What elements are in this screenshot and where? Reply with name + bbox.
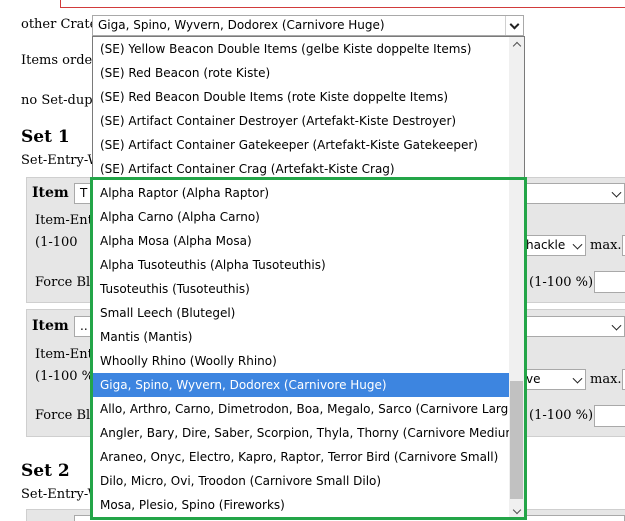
chevron-down-icon — [509, 19, 520, 30]
scroll-up-arrow-icon[interactable] — [509, 37, 524, 52]
item-2-range-label: (1-100 % — [35, 369, 95, 384]
item-1-max-label: max. — [590, 238, 622, 253]
crate-dropdown-list[interactable]: (SE) Yellow Beacon Double Items (gelbe K… — [92, 36, 525, 520]
dropdown-option[interactable]: (SE) Artifact Container Gatekeeper (Arte… — [93, 133, 509, 157]
item-2-force-input[interactable] — [594, 405, 625, 427]
dropdown-option[interactable]: Mantis (Mantis) — [93, 325, 509, 349]
item-2-max-label: max. — [590, 372, 622, 387]
warning-box-border — [60, 0, 625, 8]
item-2-entry-label: Item-Entr — [35, 347, 100, 362]
chevron-down-icon — [572, 373, 583, 384]
item-2-select-value: .. — [80, 319, 88, 333]
item-1-force-label: Force Blu — [35, 275, 99, 290]
dropdown-option[interactable]: Alpha Carno (Alpha Carno) — [93, 205, 509, 229]
set-1-entry-label: Set-Entry-W — [21, 153, 101, 168]
dropdown-option[interactable]: Alpha Raptor (Alpha Raptor) — [93, 181, 509, 205]
dropdown-option[interactable]: (SE) Artifact Container Crag (Artefakt-K… — [93, 157, 509, 181]
chevron-down-icon — [572, 239, 583, 250]
dropdown-option[interactable]: Alpha Tusoteuthis (Alpha Tusoteuthis) — [93, 253, 509, 277]
chevron-down-icon — [611, 187, 622, 198]
item-1-quality-select[interactable]: hackle — [520, 235, 586, 256]
dropdown-option[interactable]: Allo, Arthro, Carno, Dimetrodon, Boa, Me… — [93, 397, 509, 421]
item-2-force-range: (1-100 %): — [529, 408, 598, 423]
item-2-quality-select[interactable]: ve — [520, 369, 586, 390]
scroll-down-arrow-icon[interactable] — [509, 504, 524, 519]
dropdown-option[interactable]: Angler, Bary, Dire, Saber, Scorpion, Thy… — [93, 421, 509, 445]
dropdown-option[interactable]: Mosa, Plesio, Spino (Fireworks) — [93, 493, 509, 517]
item-1-force-input[interactable] — [594, 271, 625, 293]
dropdown-option[interactable]: Dilo, Micro, Ovi, Troodon (Carnivore Sma… — [93, 469, 509, 493]
dropdown-option[interactable]: (SE) Red Beacon (rote Kiste) — [93, 61, 509, 85]
item-2-quality-value: ve — [526, 372, 541, 386]
item-1-range-label: (1-100 — [35, 235, 78, 250]
dropdown-option[interactable]: Araneo, Onyc, Electro, Kapro, Raptor, Te… — [93, 445, 509, 469]
scrollbar-thumb[interactable] — [510, 381, 523, 499]
item-2-force-label: Force Blu — [35, 408, 99, 423]
dropdown-option[interactable]: Tusoteuthis (Tusoteuthis) — [93, 277, 509, 301]
dropdown-option[interactable]: Small Leech (Blutegel) — [93, 301, 509, 325]
chevron-down-icon — [611, 320, 622, 331]
dropdown-option[interactable]: Alpha Mosa (Alpha Mosa) — [93, 229, 509, 253]
dropdown-option[interactable]: (SE) Yellow Beacon Double Items (gelbe K… — [93, 37, 509, 61]
crate-select-value: Giga, Spino, Wyvern, Dodorex (Carnivore … — [98, 18, 385, 32]
dropdown-option[interactable]: Whoolly Rhino (Woolly Rhino) — [93, 349, 509, 373]
crate-select[interactable]: Giga, Spino, Wyvern, Dodorex (Carnivore … — [92, 15, 524, 36]
dropdown-scrollbar[interactable] — [509, 37, 524, 519]
crate-select-toggle[interactable] — [505, 16, 523, 35]
dropdown-option[interactable]: (SE) Red Beacon Double Items (rote Kiste… — [93, 85, 509, 109]
dropdown-option[interactable]: Giga, Spino, Wyvern, Dodorex (Carnivore … — [93, 373, 509, 397]
item-1-select-value: T — [80, 186, 88, 200]
set-1-title: Set 1 — [21, 127, 70, 147]
item-1-force-range: (1-100 %): — [529, 275, 598, 290]
set-2-entry-label: Set-Entry-W — [21, 487, 101, 502]
item-1-entry-label: Item-Entr — [35, 213, 100, 228]
item-1-quality-value: hackle — [526, 238, 566, 252]
dropdown-option[interactable]: (SE) Artifact Container Destroyer (Artef… — [93, 109, 509, 133]
set-2-title: Set 2 — [21, 461, 70, 481]
